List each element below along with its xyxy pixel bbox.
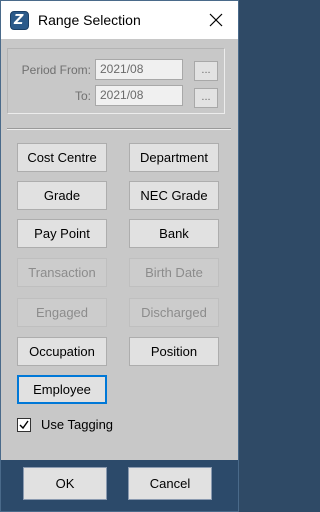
- position-button[interactable]: Position: [129, 337, 219, 366]
- close-icon: [209, 13, 223, 27]
- department-button[interactable]: Department: [129, 143, 219, 172]
- period-to-browse-button[interactable]: ...: [194, 88, 218, 108]
- app-logo-icon: Z: [10, 11, 29, 30]
- period-from-field[interactable]: 2021/08: [95, 59, 183, 80]
- range-selection-dialog: Z Range Selection Period From: 2021/08 .…: [0, 0, 239, 512]
- checkmark-icon: [19, 420, 29, 430]
- transaction-button: Transaction: [17, 258, 107, 287]
- discharged-button: Discharged: [129, 298, 219, 327]
- employee-button[interactable]: Employee: [17, 375, 107, 404]
- cancel-button[interactable]: Cancel: [128, 467, 212, 500]
- cost-centre-button[interactable]: Cost Centre: [17, 143, 107, 172]
- nec-grade-button[interactable]: NEC Grade: [129, 181, 219, 210]
- ok-button[interactable]: OK: [23, 467, 107, 500]
- period-from-browse-button[interactable]: ...: [194, 61, 218, 81]
- period-from-label: Period From:: [21, 63, 91, 77]
- bank-button[interactable]: Bank: [129, 219, 219, 248]
- use-tagging-checkbox[interactable]: [17, 418, 31, 432]
- period-to-field[interactable]: 2021/08: [95, 85, 183, 106]
- use-tagging-label[interactable]: Use Tagging: [41, 417, 113, 433]
- dialog-body: Period From: 2021/08 ... To: 2021/08 ...…: [1, 39, 238, 511]
- grade-button[interactable]: Grade: [17, 181, 107, 210]
- birth-date-button: Birth Date: [129, 258, 219, 287]
- period-to-label: To:: [74, 89, 91, 103]
- engaged-button: Engaged: [17, 298, 107, 327]
- dialog-title: Range Selection: [38, 12, 141, 28]
- pay-point-button[interactable]: Pay Point: [17, 219, 107, 248]
- close-button[interactable]: [194, 1, 238, 39]
- dialog-footer: OK Cancel: [1, 460, 238, 511]
- occupation-button[interactable]: Occupation: [17, 337, 107, 366]
- separator: [7, 128, 231, 130]
- title-bar: Z Range Selection: [1, 1, 238, 39]
